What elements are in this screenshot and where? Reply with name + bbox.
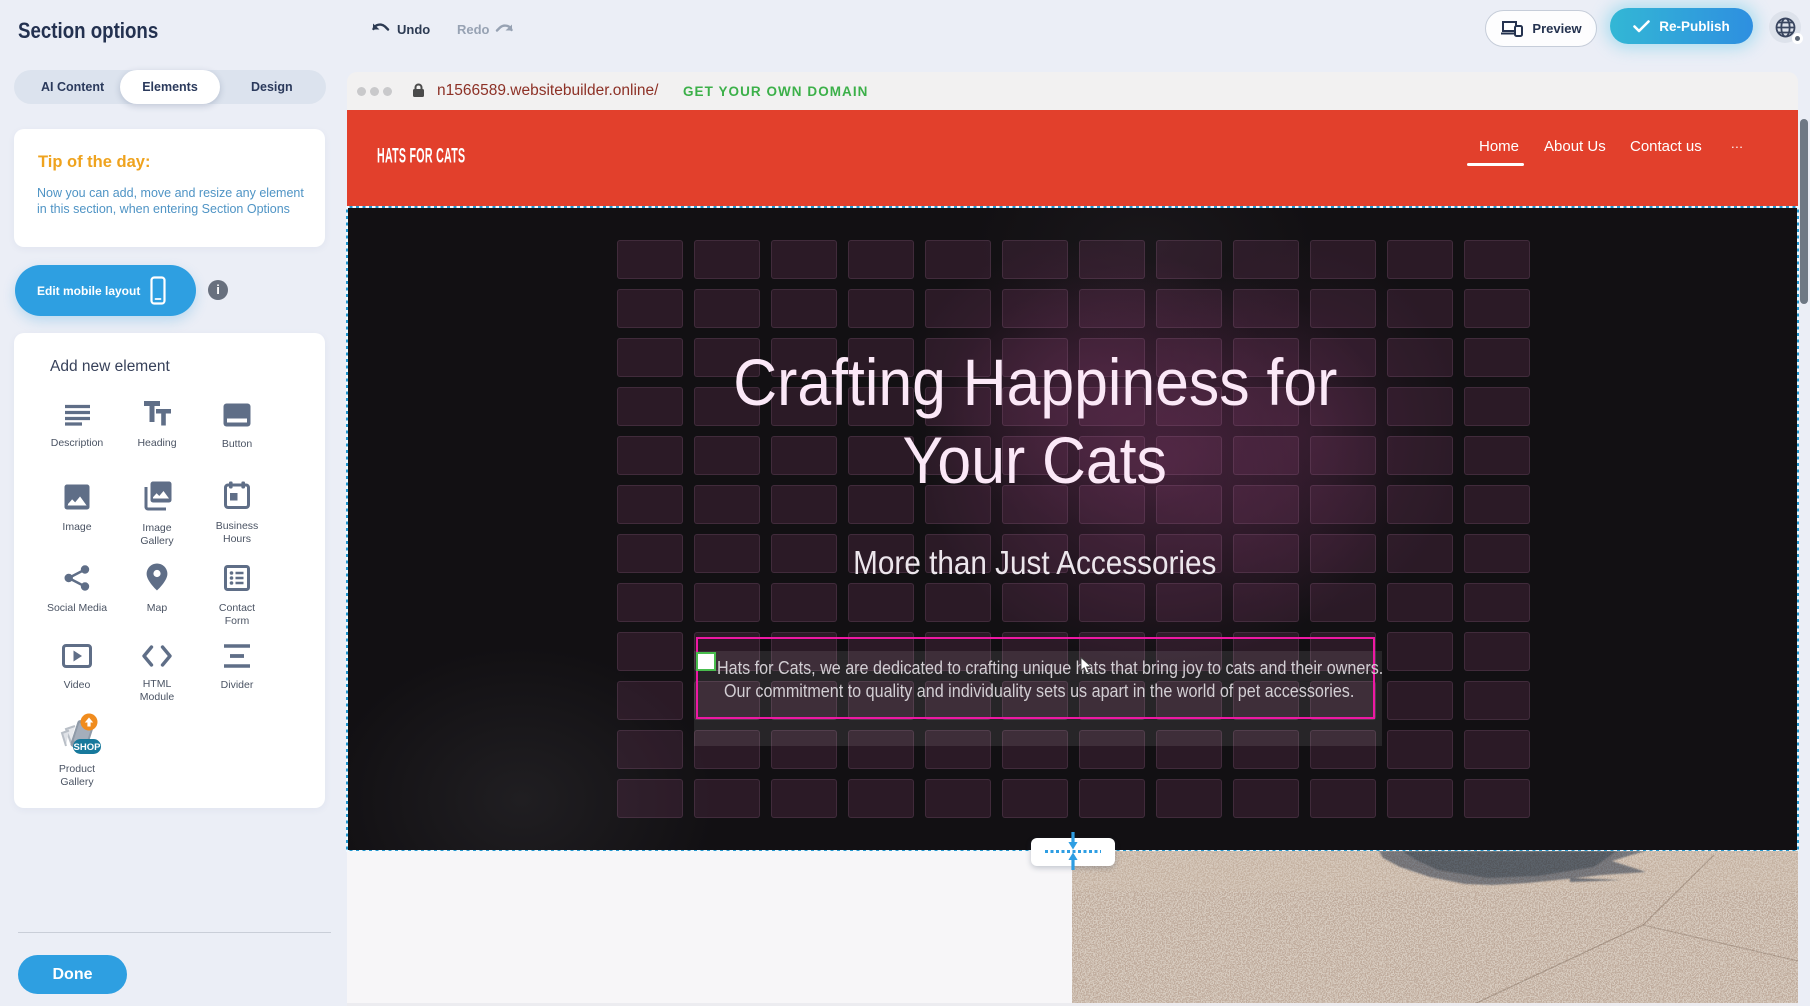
svg-text:SHOP: SHOP <box>74 742 101 753</box>
